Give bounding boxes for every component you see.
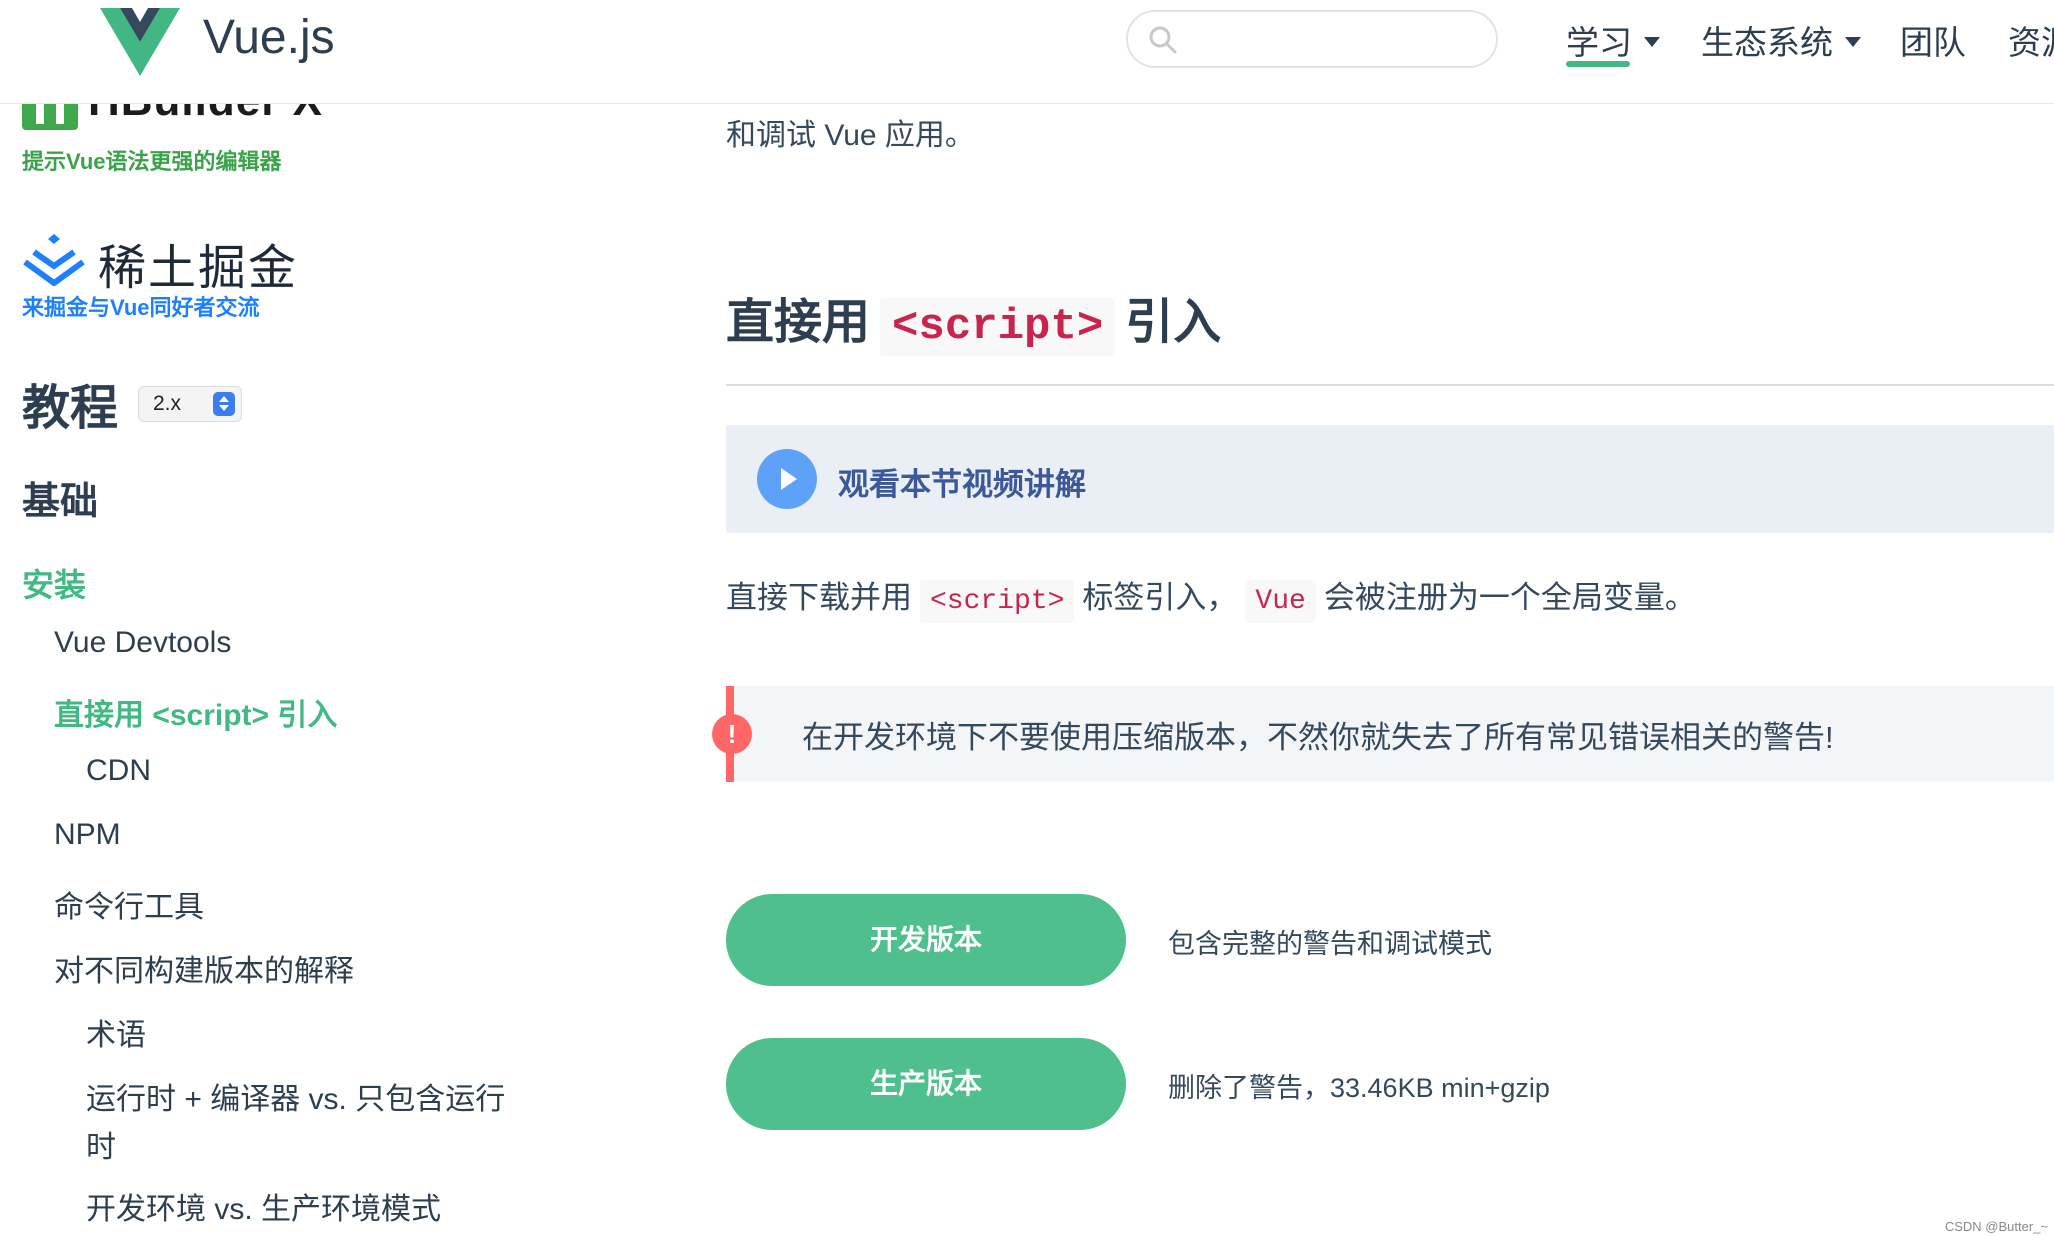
sidebar-item-npm[interactable]: NPM <box>54 818 121 852</box>
intro-paragraph: 直接下载并用 <script> 标签引入， Vue 会被注册为一个全局变量。 <box>726 572 1696 623</box>
site-title[interactable]: Vue.js <box>203 10 335 65</box>
heading-text-before: 直接用 <box>726 296 871 349</box>
nav-learn-label: 学习 <box>1566 24 1632 61</box>
watermark: CSDN @Butter_~ <box>1944 1219 2048 1234</box>
version-select[interactable]: 2.x <box>138 386 242 422</box>
sidebar-item-direct-script[interactable]: 直接用 <script> 引入 <box>54 690 337 734</box>
warning-tip: ! 在开发环境下不要使用压缩版本，不然你就失去了所有常见错误相关的警告! <box>712 686 2054 782</box>
paragraph-text-2: 标签引入， <box>1082 580 1238 615</box>
download-prod-button[interactable]: 生产版本 <box>726 1038 1126 1130</box>
warning-text: 在开发环境下不要使用压缩版本，不然你就失去了所有常见错误相关的警告! <box>802 720 1834 755</box>
nav-team-label: 团队 <box>1900 24 1966 61</box>
video-banner[interactable]: 观看本节视频讲解 <box>726 425 2054 533</box>
sidebar-item-install[interactable]: 安装 <box>22 560 86 606</box>
tutorial-title: 教程 <box>22 382 119 435</box>
sidebar-item-terms[interactable]: 术语 <box>86 1010 146 1054</box>
sidebar-item-cli[interactable]: 命令行工具 <box>54 882 204 926</box>
sponsor-juejin-tagline[interactable]: 来掘金与Vue同好者交流 <box>22 290 260 322</box>
download-dev-button[interactable]: 开发版本 <box>726 894 1126 986</box>
page-heading: 直接用 <script> 引入 <box>726 282 1222 356</box>
vue-logo-link[interactable] <box>100 0 180 80</box>
nav-ecosystem[interactable]: 生态系统 <box>1701 10 1861 70</box>
sponsor-hbuilder-tagline[interactable]: 提示Vue语法更强的编辑器 <box>22 144 282 176</box>
paragraph-text-1: 直接下载并用 <box>726 580 912 615</box>
section-heading-basics: 基础 <box>22 481 99 523</box>
search-icon <box>1149 26 1177 54</box>
search-box[interactable] <box>1126 10 1498 68</box>
download-dev-description: 包含完整的警告和调试模式 <box>1168 929 1492 959</box>
juejin-logo-icon[interactable] <box>22 232 86 286</box>
paragraph-text-3: 会被注册为一个全局变量。 <box>1323 580 1696 615</box>
download-prod-description: 删除了警告，33.46KB min+gzip <box>1168 1073 1550 1103</box>
inline-code-vue: Vue <box>1245 580 1316 623</box>
sidebar-item-builds[interactable]: 对不同构建版本的解释 <box>54 946 354 990</box>
version-select-value: 2.x <box>153 392 182 415</box>
inline-code-script: <script> <box>920 580 1075 623</box>
main-content: 和调试 Vue 应用。 直接用 <script> 引入 观看本节视频讲解 直接下载并… <box>712 0 2054 1236</box>
sidebar-item-runtime-compiler[interactable]: 运行时 + 编译器 vs. 只包含运行 <box>86 1074 505 1118</box>
vue-logo-icon <box>100 8 180 76</box>
intro-text: 和调试 Vue 应用。 <box>726 119 975 152</box>
play-icon[interactable] <box>757 449 817 509</box>
sidebar-item-dev-prod[interactable]: 开发环境 vs. 生产环境模式 <box>86 1184 441 1228</box>
video-link[interactable]: 观看本节视频讲解 <box>838 459 1086 504</box>
sidebar-item-devtools[interactable]: Vue Devtools <box>54 626 231 660</box>
sidebar: HBuilder X 提示Vue语法更强的编辑器 稀土掘金 来掘金与Vue同好者… <box>0 0 560 1236</box>
chevron-down-icon <box>1845 37 1861 47</box>
nav-active-indicator <box>1566 61 1630 67</box>
heading-code: <script> <box>880 298 1116 356</box>
sidebar-item-runtime-compiler-cont[interactable]: 时 <box>86 1122 116 1166</box>
chevron-down-icon <box>1644 37 1660 47</box>
nav-team[interactable]: 团队 <box>1900 10 1966 70</box>
top-header: Vue.js 学习 生态系统 团队 资源 <box>0 0 2054 104</box>
sponsor-juejin-name[interactable]: 稀土掘金 <box>98 228 298 298</box>
select-arrows-icon <box>213 392 235 416</box>
sidebar-item-cdn[interactable]: CDN <box>86 754 151 788</box>
heading-divider <box>726 384 2054 386</box>
warning-icon: ! <box>712 714 752 754</box>
nav-ecosystem-label: 生态系统 <box>1701 24 1833 61</box>
heading-text-after: 引入 <box>1125 296 1222 349</box>
nav-resources[interactable]: 资源 <box>2008 10 2054 70</box>
nav-resources-label: 资源 <box>2008 24 2054 61</box>
